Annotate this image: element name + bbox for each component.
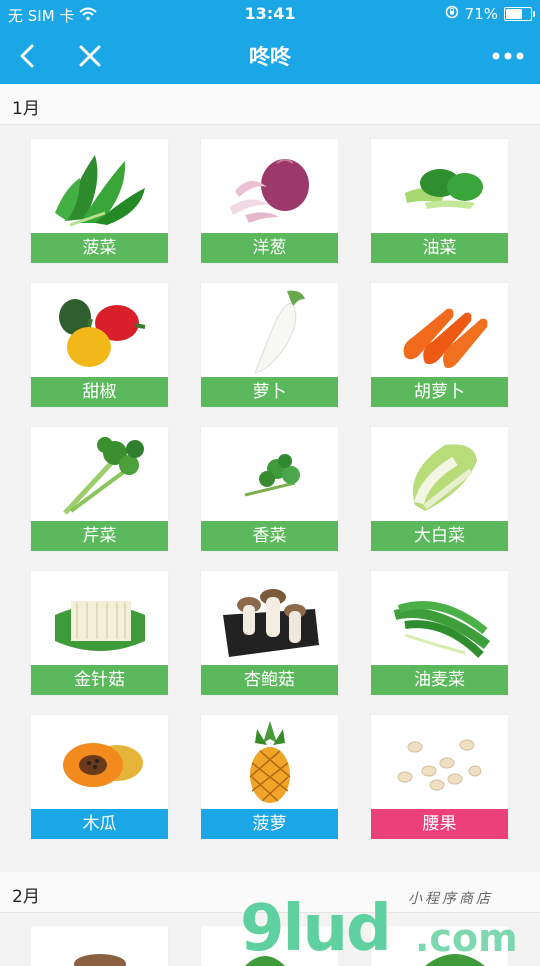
month-header: 1月	[0, 84, 540, 125]
cilantro-icon	[201, 427, 338, 521]
month-header: 2月	[0, 872, 540, 913]
produce-label: 菠菜	[31, 233, 168, 263]
nav-bar: 咚咚	[0, 28, 540, 84]
produce-card-papaya[interactable]: 木瓜	[31, 715, 168, 839]
produce-label: 甜椒	[31, 377, 168, 407]
produce-card-cilantro[interactable]: 香菜	[201, 427, 338, 551]
produce-card-radish[interactable]: 萝卜	[201, 283, 338, 407]
chevron-left-icon	[20, 44, 34, 68]
spinach-icon	[31, 139, 168, 233]
produce-grid-partial	[31, 926, 511, 966]
produce-card-napa-cabbage[interactable]: 大白菜	[371, 427, 508, 551]
produce-card-celery[interactable]: 芹菜	[31, 427, 168, 551]
radish-icon	[201, 283, 338, 377]
bell-pepper-icon	[31, 283, 168, 377]
produce-card-carrot[interactable]: 胡萝卜	[371, 283, 508, 407]
produce-label: 油麦菜	[371, 665, 508, 695]
produce-label: 萝卜	[201, 377, 338, 407]
status-bar: 无 SIM 卡 13:41 71%	[0, 0, 540, 28]
carrot-icon	[371, 283, 508, 377]
produce-grid: 菠菜 洋葱 油菜 甜椒 萝卜 胡萝卜 芹菜 香菜 大白菜 金针菇 杏鲍菇 油麦菜…	[31, 139, 511, 839]
produce-card-leaf-lettuce[interactable]: 油麦菜	[371, 571, 508, 695]
celery-icon	[31, 427, 168, 521]
king-oyster-mushroom-icon	[201, 571, 338, 665]
produce-card[interactable]	[201, 926, 338, 966]
bok-choy-icon	[371, 139, 508, 233]
produce-card[interactable]	[31, 926, 168, 966]
leaf-lettuce-icon	[371, 571, 508, 665]
leafy-green-icon	[201, 926, 338, 966]
produce-label: 金针菇	[31, 665, 168, 695]
enoki-mushroom-icon	[31, 571, 168, 665]
produce-label: 油菜	[371, 233, 508, 263]
pineapple-icon	[201, 715, 338, 809]
close-button[interactable]	[74, 40, 106, 72]
produce-label: 胡萝卜	[371, 377, 508, 407]
leafy-green-icon	[371, 926, 508, 966]
produce-card-bell-pepper[interactable]: 甜椒	[31, 283, 168, 407]
mushroom-icon	[31, 926, 168, 966]
papaya-icon	[31, 715, 168, 809]
produce-card[interactable]	[371, 926, 508, 966]
produce-card-pineapple[interactable]: 菠萝	[201, 715, 338, 839]
produce-card-onion[interactable]: 洋葱	[201, 139, 338, 263]
more-dots-icon	[492, 52, 524, 60]
back-button[interactable]	[12, 40, 44, 72]
produce-label: 腰果	[371, 809, 508, 839]
more-button[interactable]	[490, 46, 526, 66]
produce-label: 菠萝	[201, 809, 338, 839]
produce-label: 大白菜	[371, 521, 508, 551]
battery-icon	[504, 7, 535, 21]
produce-label: 杏鲍菇	[201, 665, 338, 695]
month-label: 2月	[12, 887, 40, 907]
cashew-icon	[371, 715, 508, 809]
close-icon	[79, 45, 101, 67]
onion-icon	[201, 139, 338, 233]
produce-label: 木瓜	[31, 809, 168, 839]
month-label: 1月	[12, 99, 40, 119]
produce-label: 洋葱	[201, 233, 338, 263]
battery-percent: 71%	[464, 5, 498, 23]
produce-card-spinach[interactable]: 菠菜	[31, 139, 168, 263]
produce-label: 香菜	[201, 521, 338, 551]
produce-card-king-oyster[interactable]: 杏鲍菇	[201, 571, 338, 695]
produce-card-cashew[interactable]: 腰果	[371, 715, 508, 839]
produce-label: 芹菜	[31, 521, 168, 551]
produce-card-bok-choy[interactable]: 油菜	[371, 139, 508, 263]
napa-cabbage-icon	[371, 427, 508, 521]
orientation-lock-icon	[445, 5, 459, 23]
produce-card-enoki[interactable]: 金针菇	[31, 571, 168, 695]
